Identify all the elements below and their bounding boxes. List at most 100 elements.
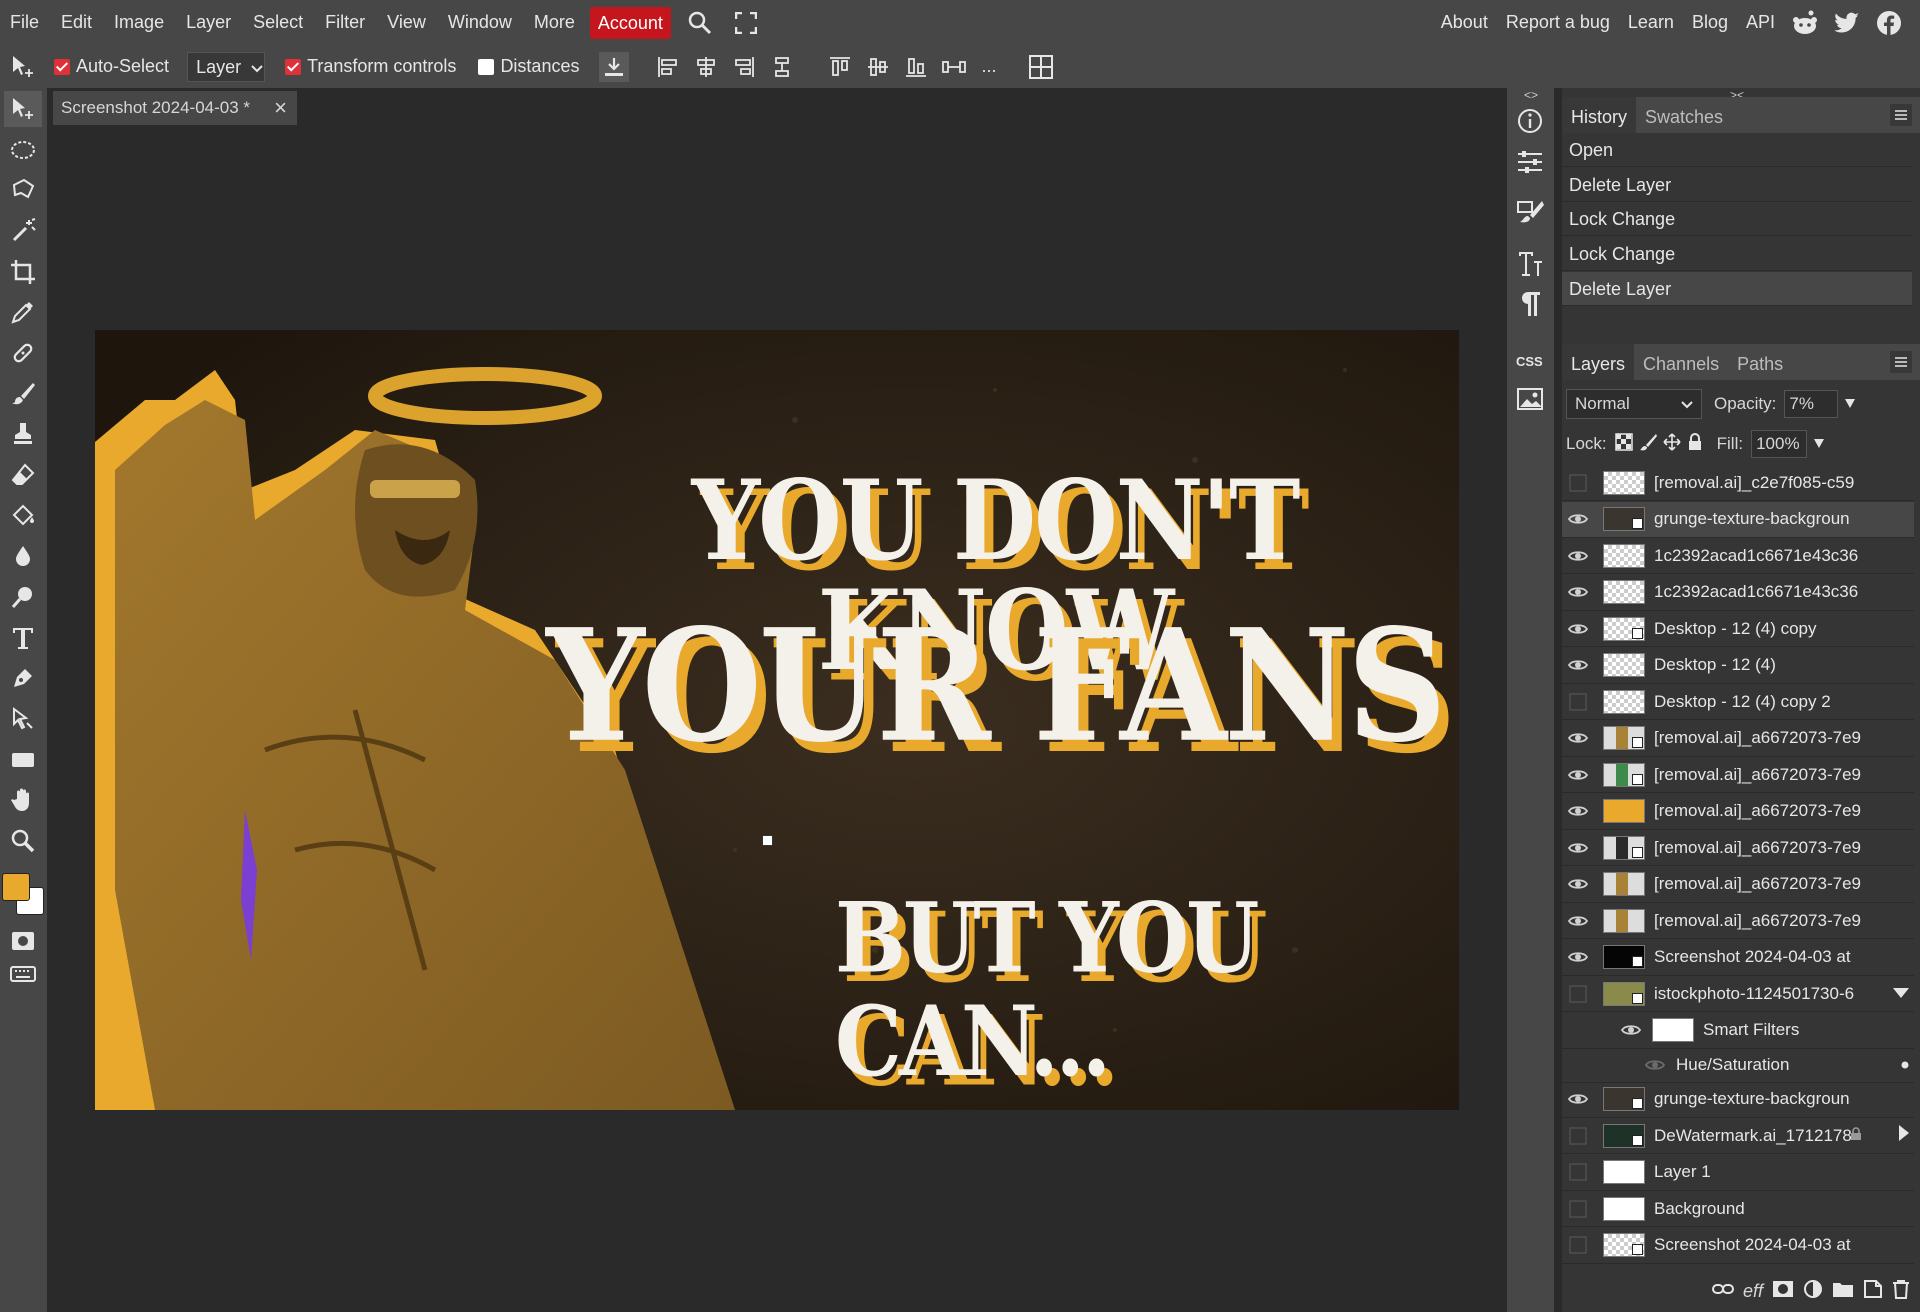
- crop-tool[interactable]: [4, 254, 42, 290]
- auto-select-toggle[interactable]: Auto-Select: [54, 56, 169, 77]
- download-icon[interactable]: [599, 51, 630, 82]
- info-button[interactable]: [1511, 102, 1549, 140]
- layer-row[interactable]: 1c2392acad1c6671e43c36: [1562, 575, 1914, 611]
- hue-saturation-filter-row[interactable]: Hue/Saturation: [1562, 1047, 1914, 1083]
- menu-window[interactable]: Window: [437, 0, 523, 45]
- menu-image[interactable]: Image: [103, 0, 175, 45]
- zoom-tool[interactable]: [4, 823, 42, 859]
- move-tool-icon[interactable]: [8, 52, 38, 82]
- lock-all-icon[interactable]: [1687, 432, 1703, 456]
- eraser-tool[interactable]: [4, 457, 42, 493]
- eye-icon[interactable]: [1567, 1088, 1589, 1110]
- menu-more[interactable]: More: [523, 0, 586, 45]
- facebook-icon[interactable]: [1875, 9, 1903, 37]
- auto-select-target-dropdown[interactable]: Layer: [187, 51, 266, 82]
- fullscreen-icon[interactable]: [731, 8, 761, 38]
- history-item[interactable]: Delete Layer: [1562, 168, 1912, 202]
- layer-row[interactable]: Screenshot 2024-04-03 at: [1562, 940, 1914, 976]
- layer-row[interactable]: [removal.ai]_a6672073-7e9: [1562, 757, 1914, 793]
- search-icon[interactable]: [685, 8, 715, 38]
- transform-controls-checkbox[interactable]: [285, 58, 302, 75]
- layer-row[interactable]: Background: [1562, 1191, 1914, 1227]
- tab-swatches[interactable]: Swatches: [1636, 97, 1732, 133]
- close-icon[interactable]: ×: [274, 95, 287, 121]
- hidden-visibility-icon[interactable]: [1567, 472, 1589, 494]
- eye-icon[interactable]: [1567, 654, 1589, 676]
- layer-row[interactable]: [removal.ai]_c2e7f085-c59: [1562, 465, 1914, 501]
- tab-channels[interactable]: Channels: [1634, 344, 1728, 380]
- layer-row[interactable]: DeWatermark.ai_1712178: [1562, 1118, 1914, 1154]
- add-mask-icon[interactable]: [1772, 1280, 1794, 1303]
- layer-row[interactable]: Screenshot 2024-04-03 at: [1562, 1228, 1914, 1264]
- distances-toggle[interactable]: Distances: [478, 56, 579, 77]
- eye-icon[interactable]: [1567, 764, 1589, 786]
- layer-row[interactable]: [removal.ai]_a6672073-7e9: [1562, 867, 1914, 903]
- eye-icon[interactable]: [1567, 946, 1589, 968]
- adjustments-button[interactable]: [1511, 143, 1549, 181]
- reddit-icon[interactable]: [1791, 9, 1819, 37]
- distances-checkbox[interactable]: [478, 58, 495, 75]
- layers-menu-icon[interactable]: [1890, 351, 1912, 373]
- brush-tool[interactable]: [4, 376, 42, 412]
- link-about[interactable]: About: [1432, 0, 1497, 45]
- menu-edit[interactable]: Edit: [50, 0, 103, 45]
- align-bottom-icon[interactable]: [901, 52, 931, 82]
- align-top-icon[interactable]: [825, 52, 855, 82]
- new-group-icon[interactable]: [1832, 1280, 1854, 1303]
- new-layer-icon[interactable]: [1863, 1279, 1883, 1304]
- hidden-visibility-icon[interactable]: [1567, 1125, 1589, 1147]
- hidden-visibility-icon[interactable]: [1567, 1161, 1589, 1183]
- link-api[interactable]: API: [1737, 0, 1784, 45]
- eyedropper-tool[interactable]: [4, 294, 42, 330]
- text-tool[interactable]: [4, 620, 42, 656]
- css-button[interactable]: CSS: [1511, 342, 1549, 380]
- menu-select[interactable]: Select: [242, 0, 314, 45]
- dodge-tool[interactable]: [4, 579, 42, 615]
- history-item-current[interactable]: Delete Layer: [1562, 272, 1912, 306]
- layer-row[interactable]: Desktop - 12 (4) copy: [1562, 611, 1914, 647]
- foreground-color-swatch[interactable]: [2, 873, 30, 901]
- eye-icon[interactable]: [1567, 910, 1589, 932]
- eye-icon[interactable]: [1567, 618, 1589, 640]
- align-middle-icon[interactable]: [863, 52, 893, 82]
- hidden-visibility-icon[interactable]: [1567, 691, 1589, 713]
- more-options[interactable]: ...: [981, 56, 996, 77]
- eye-icon[interactable]: [1567, 873, 1589, 895]
- eye-icon[interactable]: [1567, 800, 1589, 822]
- layer-row[interactable]: grunge-texture-backgroun: [1562, 1082, 1914, 1118]
- transform-handle[interactable]: [762, 835, 773, 846]
- fill-input[interactable]: 100%: [1751, 430, 1808, 458]
- history-item[interactable]: Open: [1562, 133, 1912, 167]
- opacity-input[interactable]: 7%: [1784, 390, 1839, 418]
- menu-filter[interactable]: Filter: [314, 0, 376, 45]
- history-menu-icon[interactable]: [1890, 104, 1912, 126]
- history-item[interactable]: Lock Change: [1562, 237, 1912, 271]
- lasso-tool[interactable]: [4, 172, 42, 208]
- move-tool[interactable]: [4, 91, 42, 127]
- image-button[interactable]: [1511, 380, 1549, 418]
- tab-paths[interactable]: Paths: [1728, 344, 1792, 380]
- opacity-dropdown-icon[interactable]: [1844, 394, 1856, 414]
- layer-row[interactable]: [removal.ai]_a6672073-7e9: [1562, 830, 1914, 866]
- hidden-visibility-icon[interactable]: [1567, 983, 1589, 1005]
- eye-icon[interactable]: [1567, 581, 1589, 603]
- layer-row[interactable]: [removal.ai]_a6672073-7e9: [1562, 794, 1914, 830]
- link-learn[interactable]: Learn: [1619, 0, 1683, 45]
- expand-arrow-icon[interactable]: [1898, 1124, 1910, 1147]
- lock-transparency-icon[interactable]: [1614, 432, 1633, 456]
- account-button[interactable]: Account: [589, 6, 671, 39]
- tab-layers[interactable]: Layers: [1562, 344, 1635, 380]
- collapse-icon[interactable]: <>: [1524, 88, 1538, 102]
- hidden-visibility-icon[interactable]: [1567, 1198, 1589, 1220]
- document-tab[interactable]: Screenshot 2024-04-03 * ×: [53, 91, 297, 125]
- smart-filters-row[interactable]: Smart Filters: [1562, 1013, 1914, 1049]
- eye-icon[interactable]: [1567, 508, 1589, 530]
- color-swatches[interactable]: [2, 873, 46, 919]
- pen-tool[interactable]: [4, 660, 42, 696]
- layer-row[interactable]: [removal.ai]_a6672073-7e9: [1562, 903, 1914, 939]
- fill-dropdown-icon[interactable]: [1813, 434, 1825, 454]
- align-right-icon[interactable]: [729, 52, 759, 82]
- link-report-bug[interactable]: Report a bug: [1497, 0, 1619, 45]
- eye-icon[interactable]: [1567, 837, 1589, 859]
- grid-icon[interactable]: [1026, 52, 1056, 82]
